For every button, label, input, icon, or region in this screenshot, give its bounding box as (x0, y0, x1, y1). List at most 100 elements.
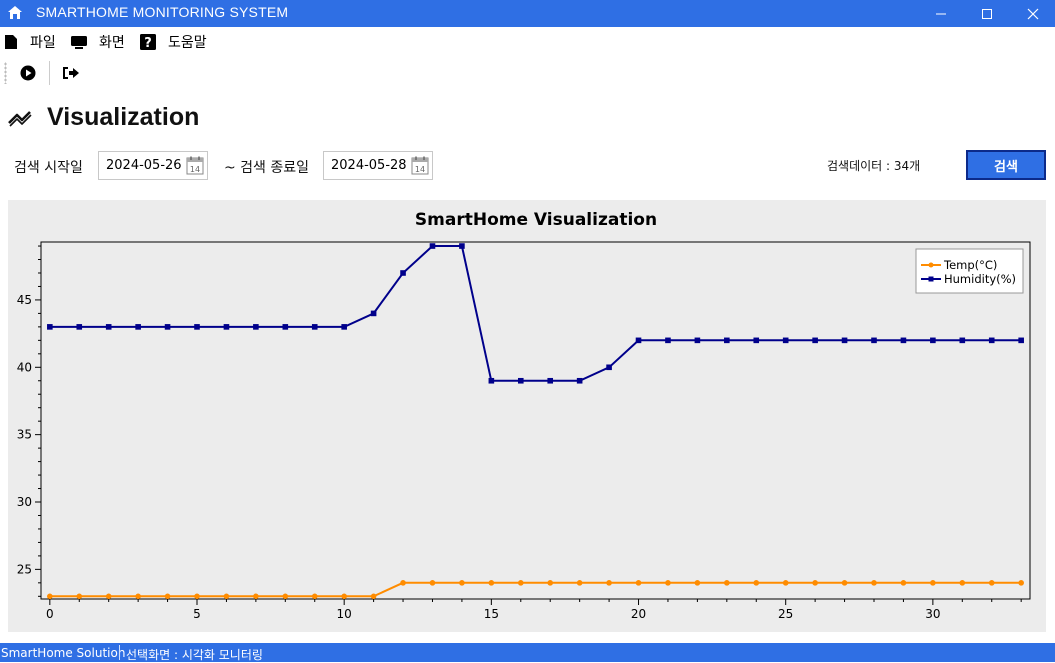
line-chart[interactable]: SmartHome Visualization 25 30 35 40 45 0 5 10 1… (8, 200, 1046, 632)
data-point (311, 324, 318, 330)
data-point (164, 593, 171, 600)
data-point (253, 324, 259, 330)
data-point (871, 580, 877, 586)
data-point (105, 593, 112, 600)
data-point (665, 580, 671, 586)
data-point (341, 324, 347, 330)
svg-text:?: ? (144, 36, 152, 50)
data-point (311, 593, 318, 600)
data-point (370, 310, 377, 317)
exit-button[interactable] (61, 63, 81, 83)
data-point (547, 580, 554, 586)
status-left: SmartHome Solution (1, 646, 126, 660)
y-tick-label: 30 (17, 495, 32, 509)
data-point (47, 593, 53, 600)
start-date-value: 2024-05-26 (106, 158, 182, 173)
data-point (429, 243, 436, 249)
minimize-icon (936, 13, 946, 14)
calendar-icon[interactable]: 14 (186, 156, 204, 175)
maximize-icon (982, 8, 992, 19)
x-tick-label: 10 (337, 607, 352, 621)
start-date-picker[interactable]: 2024-05-26 14 (98, 151, 208, 180)
data-point (988, 337, 995, 344)
data-point (724, 580, 730, 586)
data-point (635, 580, 642, 586)
home-app-icon (8, 6, 22, 19)
data-point (282, 593, 289, 600)
close-icon (1027, 8, 1039, 19)
status-separator (119, 645, 120, 660)
page-header: Visualization (8, 100, 199, 134)
data-point (47, 324, 53, 330)
data-point (576, 377, 583, 384)
data-point (841, 580, 848, 586)
maximize-button[interactable] (964, 0, 1010, 27)
data-point (871, 337, 877, 344)
calendar-day-text: 14 (415, 165, 425, 174)
close-button[interactable] (1010, 0, 1055, 27)
data-point (194, 324, 200, 330)
data-point (812, 337, 818, 344)
data-point (459, 580, 465, 586)
play-button[interactable] (18, 63, 38, 83)
data-point (782, 580, 789, 586)
status-right: 선택화면 : 시각화 모니터링 (126, 648, 263, 662)
data-point (517, 580, 524, 586)
data-point (930, 580, 936, 586)
data-point (724, 337, 730, 344)
x-tick-label: 30 (925, 607, 940, 621)
data-point (959, 580, 966, 586)
data-point (517, 377, 524, 384)
legend-marker (928, 276, 934, 282)
status-bar: SmartHome Solution 선택화면 : 시각화 모니터링 (0, 643, 1055, 662)
data-point (1018, 580, 1024, 586)
data-point (164, 324, 171, 330)
start-date-label: 검색 시작일 (14, 160, 83, 176)
data-point (1018, 337, 1024, 344)
data-point (841, 337, 848, 344)
data-point (694, 337, 701, 344)
menu-help[interactable]: ? 도움말 (140, 32, 207, 52)
data-point (576, 580, 583, 586)
menu-help-label: 도움말 (168, 35, 207, 51)
menu-view[interactable]: 화면 (71, 32, 125, 52)
y-axis: 25 30 35 40 45 (17, 245, 41, 597)
data-point (194, 593, 200, 600)
legend-label: Humidity(%) (944, 272, 1016, 286)
data-point (753, 337, 760, 344)
data-point (900, 580, 907, 586)
data-point (459, 243, 465, 249)
menu-file[interactable]: 파일 (4, 32, 56, 52)
data-point (223, 324, 230, 330)
calendar-day-text: 14 (190, 165, 200, 174)
data-point (76, 593, 83, 600)
calendar-icon[interactable]: 14 (411, 156, 429, 175)
monitor-icon (71, 36, 87, 49)
y-tick-label: 40 (17, 360, 32, 374)
search-button[interactable]: 검색 (966, 150, 1046, 180)
data-point (488, 377, 495, 384)
data-point (341, 593, 347, 600)
end-date-value: 2024-05-28 (331, 158, 407, 173)
toolbar-grip[interactable] (4, 62, 7, 84)
sign-out-icon (63, 67, 79, 79)
legend-label: Temp(°C) (943, 258, 997, 272)
minimize-button[interactable] (918, 0, 964, 27)
end-date-picker[interactable]: 2024-05-28 14 (323, 151, 433, 180)
file-icon (5, 35, 17, 49)
data-point (988, 580, 995, 586)
y-tick-label: 35 (17, 428, 32, 442)
data-point (400, 580, 406, 586)
plot-area (40, 241, 1031, 600)
data-point (900, 337, 907, 344)
data-point (547, 377, 554, 384)
x-axis: 0 5 10 15 20 25 30 (46, 599, 1022, 621)
data-point (694, 580, 701, 586)
data-point (253, 593, 259, 600)
legend-marker (928, 262, 934, 268)
data-point (782, 337, 789, 344)
x-tick-label: 0 (46, 607, 54, 621)
trend-chart-icon (8, 111, 32, 127)
data-point (76, 324, 83, 330)
data-point (812, 580, 818, 586)
